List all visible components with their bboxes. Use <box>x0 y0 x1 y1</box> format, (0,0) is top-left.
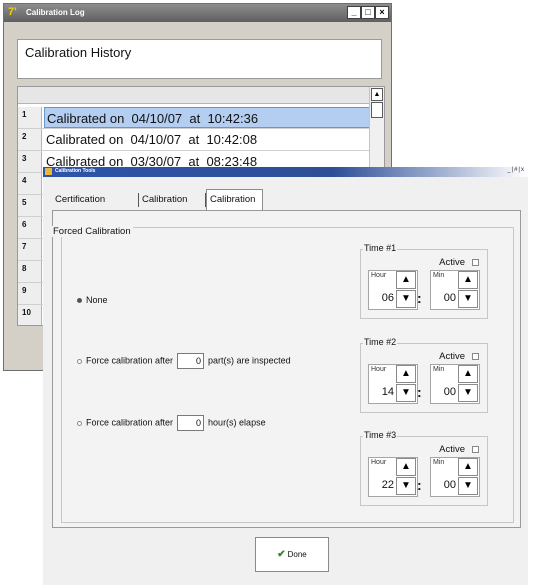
row-text: Calibrated on 04/10/07 at 10:42:08 <box>46 132 258 147</box>
log-window-title: Calibration Log <box>26 8 85 17</box>
time-2-active[interactable]: Active <box>439 351 479 362</box>
row-number: 5 <box>18 195 42 216</box>
time-1-title: Time #1 <box>363 243 398 253</box>
hour-down-icon[interactable]: ▼ <box>396 290 416 308</box>
time-3-title: Time #3 <box>363 430 398 440</box>
hour-spinner[interactable]: Hour 06 ▲ ▼ <box>368 270 418 310</box>
force-hours-label: Force calibration after <box>86 417 174 428</box>
tools-window-title: Calibration Tools <box>55 168 96 174</box>
window-controls-icon[interactable]: _|#|x <box>507 167 525 173</box>
hour-value[interactable]: 06 <box>372 292 394 304</box>
min-value[interactable]: 00 <box>434 386 456 398</box>
hour-up-icon[interactable]: ▲ <box>396 458 416 476</box>
forced-calibration-label: Forced Calibration <box>51 226 133 237</box>
force-hours-radio[interactable] <box>77 420 82 426</box>
hours-count-field[interactable]: 0 <box>177 415 205 431</box>
option-force-parts[interactable]: Force calibration after 0 part(s) are insp… <box>77 353 291 369</box>
tools-titlebar[interactable]: Calibration Tools _|#|x <box>43 167 528 177</box>
min-value[interactable]: 00 <box>434 292 456 304</box>
min-up-icon[interactable]: ▲ <box>458 458 478 476</box>
calibration-parameters-panel: None Force calibration after 0 part(s) are… <box>52 210 521 528</box>
min-down-icon[interactable]: ▼ <box>458 477 478 495</box>
hour-spinner[interactable]: Hour 14 ▲ ▼ <box>368 364 418 404</box>
hour-value[interactable]: 14 <box>372 386 394 398</box>
hour-value[interactable]: 22 <box>372 479 394 491</box>
option-force-hours[interactable]: Force calibration after 0 hour(s) elapse <box>77 415 266 431</box>
hour-label: Hour <box>371 459 387 466</box>
hours-suffix-label: hour(s) elapse <box>208 417 266 428</box>
grid-header <box>18 87 370 104</box>
minute-spinner[interactable]: Min 00 ▲ ▼ <box>430 270 480 310</box>
maximize-icon[interactable]: □ <box>361 6 375 19</box>
hour-up-icon[interactable]: ▲ <box>396 365 416 383</box>
scroll-thumb[interactable] <box>371 102 383 118</box>
scroll-up-icon[interactable]: ▲ <box>371 88 383 101</box>
table-row[interactable]: 1 Calibrated on 04/10/07 at 10:42:36 <box>18 107 370 129</box>
done-button[interactable]: ✔ Done <box>255 537 329 572</box>
tab-calibration-parameters[interactable]: Calibration Parameters <box>206 189 264 225</box>
hour-label: Hour <box>371 366 387 373</box>
minimize-icon[interactable]: _ <box>347 6 361 19</box>
time-3-group: Time #3 Active Hour 22 ▲ ▼ : Min 00 ▲ ▼ <box>360 430 488 506</box>
min-down-icon[interactable]: ▼ <box>458 384 478 402</box>
time-1-group: Time #1 Active Hour 06 ▲ ▼ : Min 00 ▲ ▼ <box>360 243 488 319</box>
log-titlebar[interactable]: 7' Calibration Log _ □ × <box>4 4 391 22</box>
none-label: None <box>86 295 108 305</box>
row-number: 4 <box>18 173 42 194</box>
row-number: 3 <box>18 151 42 172</box>
parts-count-field[interactable]: 0 <box>177 353 205 369</box>
active-checkbox[interactable] <box>472 445 479 453</box>
active-label: Active <box>439 444 465 455</box>
active-label: Active <box>439 351 465 362</box>
hour-down-icon[interactable]: ▼ <box>396 384 416 402</box>
row-number: 2 <box>18 129 42 150</box>
row-number: 6 <box>18 217 42 238</box>
hour-down-icon[interactable]: ▼ <box>396 477 416 495</box>
time-separator: : <box>417 477 422 493</box>
calibration-history-panel: Calibration History <box>17 39 382 79</box>
time-1-active[interactable]: Active <box>439 257 479 268</box>
table-row[interactable]: 2 Calibrated on 04/10/07 at 10:42:08 <box>18 129 370 151</box>
row-number: 10 <box>18 305 42 325</box>
active-checkbox[interactable] <box>472 352 479 360</box>
active-label: Active <box>439 257 465 268</box>
min-down-icon[interactable]: ▼ <box>458 290 478 308</box>
time-separator: : <box>417 384 422 400</box>
min-label: Min <box>433 272 445 279</box>
force-parts-radio[interactable] <box>77 358 82 364</box>
hour-up-icon[interactable]: ▲ <box>396 271 416 289</box>
row-number: 8 <box>18 261 42 282</box>
option-none[interactable]: None <box>77 295 108 305</box>
app-logo-icon: 7' <box>8 6 17 18</box>
row-text: Calibrated on 04/10/07 at 10:42:36 <box>44 107 370 128</box>
none-radio[interactable] <box>77 298 82 304</box>
time-separator: : <box>417 290 422 306</box>
checkmark-icon: ✔ <box>277 549 286 560</box>
parts-suffix-label: part(s) are inspected <box>208 355 291 366</box>
row-number: 7 <box>18 239 42 260</box>
min-label: Min <box>433 459 445 466</box>
time-3-active[interactable]: Active <box>439 444 479 455</box>
hour-label: Hour <box>371 272 387 279</box>
force-parts-label: Force calibration after <box>86 355 174 366</box>
min-value[interactable]: 00 <box>434 479 456 491</box>
active-checkbox[interactable] <box>472 258 479 266</box>
app-window-icon <box>45 168 52 175</box>
min-up-icon[interactable]: ▲ <box>458 271 478 289</box>
done-label: Done <box>287 550 307 559</box>
calibration-history-title: Calibration History <box>25 45 132 60</box>
tab-certification-values[interactable]: Certification Values <box>52 190 108 225</box>
minute-spinner[interactable]: Min 00 ▲ ▼ <box>430 457 480 497</box>
hour-spinner[interactable]: Hour 22 ▲ ▼ <box>368 457 418 497</box>
close-icon[interactable]: × <box>375 6 389 19</box>
min-label: Min <box>433 366 445 373</box>
min-up-icon[interactable]: ▲ <box>458 365 478 383</box>
time-2-group: Time #2 Active Hour 14 ▲ ▼ : Min 00 ▲ ▼ <box>360 337 488 413</box>
row-number: 1 <box>18 107 42 128</box>
tab-calibration-log[interactable]: Calibration Log <box>139 190 190 225</box>
time-2-title: Time #2 <box>363 337 398 347</box>
minute-spinner[interactable]: Min 00 ▲ ▼ <box>430 364 480 404</box>
calibration-tools-window: Calibration Tools _|#|x Certification Va… <box>43 167 528 585</box>
row-number: 9 <box>18 283 42 304</box>
